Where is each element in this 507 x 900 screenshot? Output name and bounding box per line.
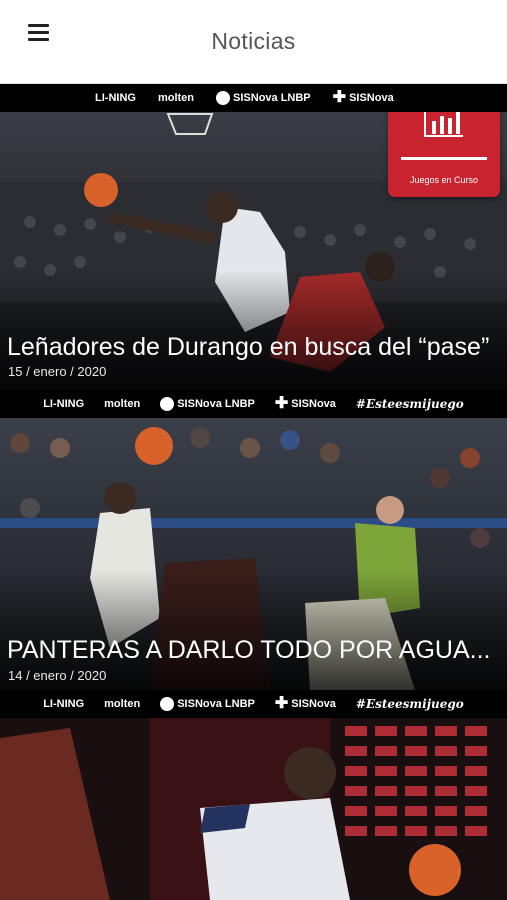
news-date: 14 / enero / 2020 (8, 668, 107, 683)
sponsor-lining-logo: LI-NING (95, 92, 136, 104)
sponsor-bar: LI-NING molten SISNova LNBP ✚ SISNova (0, 84, 507, 112)
sponsor-bar: LI-NING molten SISNova LNBP ✚ SISNova #Es… (0, 390, 507, 418)
news-headline: PANTERAS A DARLO TODO POR AGUA... (7, 636, 491, 664)
sponsor-molten-logo: molten (104, 398, 141, 410)
sponsor-sisnova-lnbp-logo: SISNova LNBP (160, 697, 255, 711)
news-date: 15 / enero / 2020 (8, 364, 107, 379)
sponsor-sisnova-logo: ✚ SISNova (274, 395, 336, 412)
live-games-label: Juegos en Curso (409, 175, 479, 185)
sponsor-molten-logo: molten (157, 92, 195, 104)
sponsor-lining-logo: LI-NING (43, 698, 85, 710)
badge-divider (401, 157, 487, 160)
sponsor-molten-logo: molten (104, 698, 141, 710)
sponsor-sisnova-lnbp-logo: SISNova LNBP (160, 397, 255, 411)
sponsor-sisnova-logo: ✚ SISNova (274, 695, 336, 712)
news-card[interactable]: LI-NING molten SISNova LNBP ✚ SISNova #Es… (0, 390, 507, 690)
sponsor-bar: LI-NING molten SISNova LNBP ✚ SISNova #Es… (0, 690, 507, 718)
hashtag-logo: #Esteesmijuego (355, 397, 464, 411)
page-title: Noticias (211, 28, 296, 54)
sponsor-sisnova-logo: ✚ SISNova (332, 89, 394, 106)
sponsor-lining-logo: LI-NING (43, 398, 85, 410)
news-card[interactable]: LI-NING molten SISNova LNBP ✚ SISNova #Es… (0, 690, 507, 900)
hashtag-logo: #Esteesmijuego (355, 697, 464, 711)
app-header: Noticias (0, 0, 507, 84)
news-headline: Leñadores de Durango en busca del “pase” (7, 333, 490, 361)
news-photo (0, 718, 507, 900)
sponsor-sisnova-lnbp-logo: SISNova LNBP (216, 91, 311, 105)
